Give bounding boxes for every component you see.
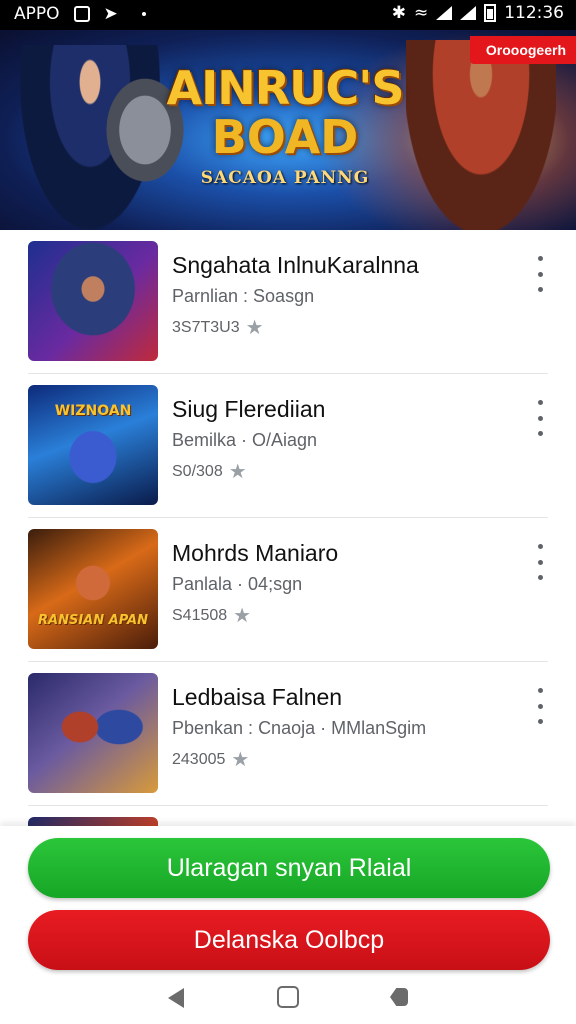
nav-home-icon[interactable] bbox=[277, 986, 299, 1008]
signal-icon bbox=[436, 6, 453, 20]
game-thumbnail[interactable]: RANSIAN APAN bbox=[28, 529, 158, 649]
featured-banner[interactable]: AINRUC'S BOAD SACAOA PANNG Orooogeerh bbox=[0, 30, 576, 230]
status-right: ✱ ≈ 112:36 bbox=[392, 3, 564, 23]
bluetooth-icon: ✱ bbox=[391, 3, 406, 23]
status-time: 112:36 bbox=[504, 3, 564, 23]
primary-action-button[interactable]: Ularagan snyan Rlaial bbox=[28, 838, 550, 898]
rating-value: S0/308 bbox=[172, 463, 223, 480]
status-app-label: APPO bbox=[14, 4, 60, 24]
star-icon: ★ bbox=[231, 749, 250, 771]
list-item[interactable]: WIZNOAN Siug Flerediian Bemilka · O/Aiag… bbox=[0, 374, 576, 518]
star-icon: ★ bbox=[228, 461, 247, 483]
battery-icon bbox=[484, 4, 497, 22]
rating-value: 3S7T3U3 bbox=[172, 319, 240, 336]
list-item[interactable]: Ledbaisa Falnen Pbenkan : Cnaoja · MMlan… bbox=[0, 662, 576, 806]
banner-subtitle: SACAOA PANNG bbox=[200, 168, 370, 188]
wifi-icon: ≈ bbox=[413, 3, 429, 23]
system-nav-bar bbox=[0, 972, 576, 1024]
star-icon: ★ bbox=[233, 605, 252, 627]
nav-back-icon[interactable] bbox=[168, 988, 184, 1008]
more-vert-icon[interactable] bbox=[530, 544, 550, 580]
banner-badge: Orooogeerh bbox=[469, 36, 576, 64]
game-subtitle: Pbenkan : Cnaoja · MMlanSgim bbox=[172, 718, 427, 738]
game-title: Siug Flerediian bbox=[172, 396, 326, 422]
status-bar: APPO ➤ ✱ ≈ 112:36 bbox=[0, 0, 576, 30]
rating-value: S41508 bbox=[172, 607, 228, 624]
nav-recent-icon[interactable] bbox=[390, 988, 408, 1006]
hero-right-figure bbox=[406, 40, 556, 230]
more-vert-icon[interactable] bbox=[530, 688, 550, 724]
notification-icon bbox=[73, 6, 90, 22]
game-rating: 3S7T3U3 ★ bbox=[172, 317, 264, 339]
list-item[interactable]: Sngahata InlnuKaralnna Parnlian : Soasgn… bbox=[0, 230, 576, 374]
game-title: Sngahata InlnuKaralnna bbox=[172, 252, 419, 278]
game-subtitle: Bemilka · O/Aiagn bbox=[172, 430, 318, 450]
secondary-action-button[interactable]: Delanska Oolbcp bbox=[28, 910, 550, 970]
rating-value: 243005 bbox=[172, 751, 226, 768]
game-title: Ledbaisa Falnen bbox=[172, 684, 343, 710]
play-icon: ➤ bbox=[103, 4, 118, 24]
bottom-action-panel: Ularagan snyan Rlaial Delanska Oolbcp bbox=[0, 826, 576, 1024]
more-vert-icon[interactable] bbox=[530, 256, 550, 292]
banner-title: AINRUC'S BOAD SACAOA PANNG bbox=[160, 64, 410, 188]
dot-icon bbox=[141, 12, 146, 16]
more-vert-icon[interactable] bbox=[530, 400, 550, 436]
game-thumbnail[interactable] bbox=[28, 241, 158, 361]
game-rating: S41508 ★ bbox=[172, 605, 252, 627]
game-thumbnail[interactable]: WIZNOAN bbox=[28, 385, 158, 505]
status-left: APPO ➤ bbox=[14, 4, 146, 24]
banner-title-line2: BOAD bbox=[211, 110, 359, 164]
list-item[interactable]: RANSIAN APAN Mohrds Maniaro Panlala · 04… bbox=[0, 518, 576, 662]
game-title: Mohrds Maniaro bbox=[172, 540, 339, 566]
thumbnail-logo-text: RANSIAN APAN bbox=[38, 613, 148, 628]
star-icon: ★ bbox=[245, 317, 264, 339]
game-subtitle: Parnlian : Soasgn bbox=[172, 286, 315, 306]
signal-icon-2 bbox=[460, 6, 477, 20]
game-rating: S0/308 ★ bbox=[172, 461, 247, 483]
game-thumbnail[interactable] bbox=[28, 673, 158, 793]
thumbnail-logo-text: WIZNOAN bbox=[54, 403, 132, 419]
game-subtitle: Panlala · 04;sgn bbox=[172, 574, 303, 594]
game-rating: 243005 ★ bbox=[172, 749, 250, 771]
banner-title-line1: AINRUC'S bbox=[166, 61, 405, 115]
